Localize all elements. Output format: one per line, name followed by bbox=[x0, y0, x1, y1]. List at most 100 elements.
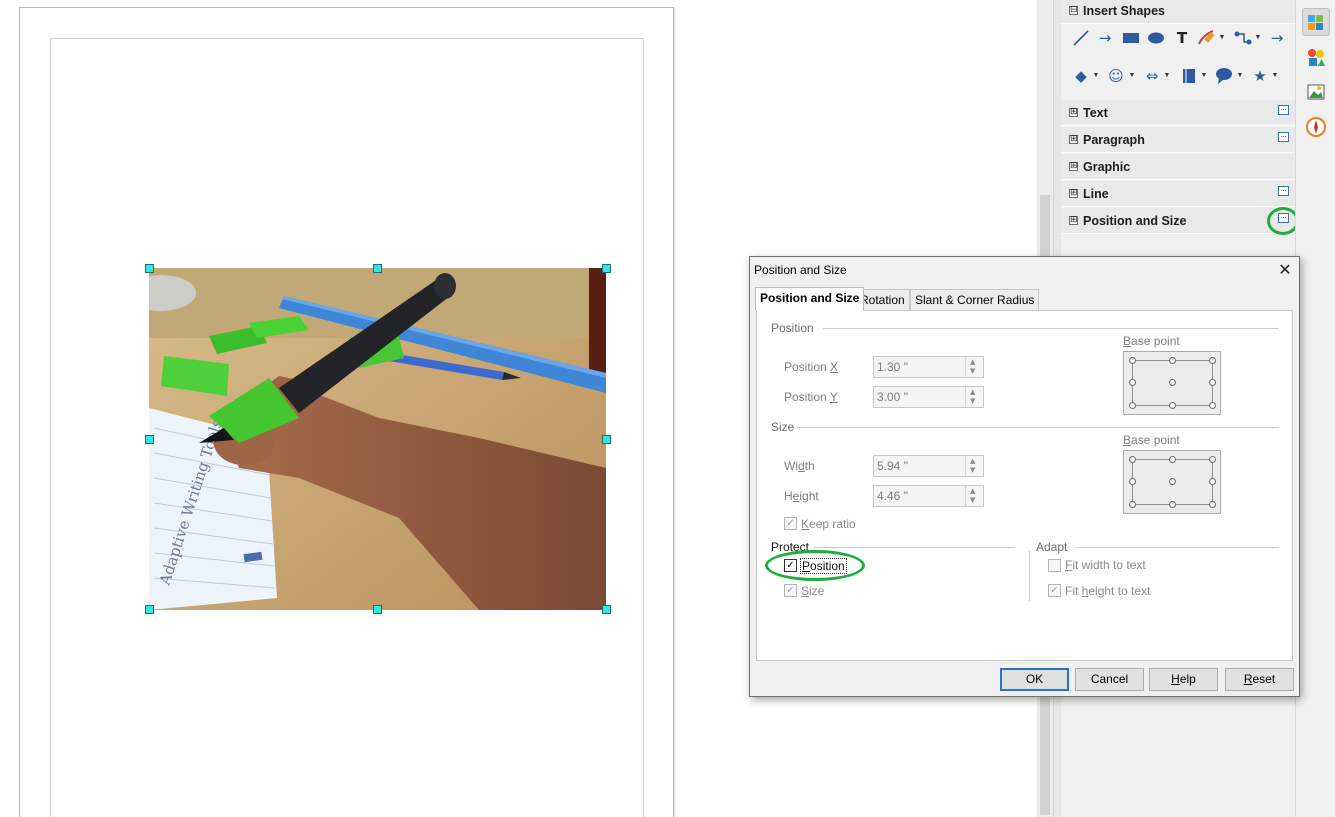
symbol-dropdown-icon[interactable]: ▼ bbox=[1128, 65, 1136, 87]
star-icon[interactable]: ★ bbox=[1249, 65, 1271, 87]
collapse-icon[interactable]: ⊟ bbox=[1069, 6, 1078, 15]
spin-buttons[interactable]: ▲ ▼ bbox=[965, 357, 983, 377]
base-point-top[interactable] bbox=[1169, 357, 1176, 364]
line-tool-icon[interactable] bbox=[1070, 27, 1092, 49]
properties-deck-icon[interactable] bbox=[1302, 8, 1330, 36]
reset-button[interactable]: Reset bbox=[1225, 668, 1294, 691]
width-value: 5.94 " bbox=[877, 459, 908, 473]
spin-buttons[interactable]: ▲ ▼ bbox=[965, 387, 983, 407]
cancel-button[interactable]: Cancel bbox=[1075, 668, 1144, 691]
connector-dropdown-icon[interactable]: ▼ bbox=[1254, 27, 1262, 49]
text-tool-icon[interactable]: T bbox=[1171, 27, 1193, 49]
resize-handle-top-right[interactable] bbox=[602, 264, 611, 273]
base-point-center[interactable] bbox=[1169, 478, 1176, 485]
styles-deck-icon[interactable] bbox=[1302, 44, 1330, 72]
tab-position-and-size[interactable]: Position and Size bbox=[755, 287, 865, 311]
callout-icon[interactable] bbox=[1213, 65, 1235, 87]
position-base-point-selector[interactable] bbox=[1123, 351, 1221, 415]
ellipse-icon[interactable] bbox=[1145, 27, 1167, 49]
position-base-point-label: Base point bbox=[1123, 334, 1180, 348]
base-point-bottom[interactable] bbox=[1169, 402, 1176, 409]
block-arrows-icon[interactable]: ⇔ bbox=[1141, 65, 1163, 87]
expand-icon[interactable]: ⊞ bbox=[1069, 162, 1078, 171]
resize-handle-bottom[interactable] bbox=[373, 605, 382, 614]
height-spinbox[interactable]: 4.46 " ▲ ▼ bbox=[873, 485, 984, 507]
base-point-top-left[interactable] bbox=[1129, 357, 1136, 364]
freeform-dropdown-icon[interactable]: ▼ bbox=[1218, 27, 1226, 49]
spin-up-icon[interactable]: ▲ bbox=[970, 487, 975, 495]
base-point-bottom-left[interactable] bbox=[1129, 501, 1136, 508]
expand-icon[interactable]: ⊞ bbox=[1069, 216, 1078, 225]
base-point-left[interactable] bbox=[1129, 478, 1136, 485]
base-point-bottom-right[interactable] bbox=[1209, 501, 1216, 508]
position-y-spinbox[interactable]: 3.00 " ▲ ▼ bbox=[873, 386, 984, 408]
resize-handle-right[interactable] bbox=[602, 435, 611, 444]
spin-down-icon[interactable]: ▼ bbox=[970, 496, 975, 504]
base-point-top[interactable] bbox=[1169, 456, 1176, 463]
adapt-group-rule bbox=[1075, 547, 1279, 548]
sidebar-section-position-and-size[interactable]: ⊞ Position and Size bbox=[1061, 208, 1295, 234]
rectangle-icon[interactable] bbox=[1120, 27, 1142, 49]
sidebar-section-text[interactable]: ⊞ Text bbox=[1061, 100, 1295, 126]
fit-height-checkbox[interactable]: ✓ bbox=[1048, 584, 1061, 597]
width-spinbox[interactable]: 5.94 " ▲ ▼ bbox=[873, 455, 984, 477]
insert-shapes-header[interactable]: ⊟ Insert Shapes bbox=[1061, 0, 1295, 24]
base-point-center[interactable] bbox=[1169, 379, 1176, 386]
base-point-bottom-right[interactable] bbox=[1209, 402, 1216, 409]
tab-slant-corner-radius[interactable]: Slant & Corner Radius bbox=[910, 289, 1040, 311]
sidebar-section-line[interactable]: ⊞ Line bbox=[1061, 181, 1295, 207]
base-point-right[interactable] bbox=[1209, 478, 1216, 485]
spin-up-icon[interactable]: ▲ bbox=[970, 388, 975, 396]
resize-handle-left[interactable] bbox=[145, 435, 154, 444]
base-point-bottom[interactable] bbox=[1169, 501, 1176, 508]
fit-width-checkbox[interactable] bbox=[1048, 559, 1061, 572]
sidebar-section-paragraph[interactable]: ⊞ Paragraph bbox=[1061, 127, 1295, 153]
spin-buttons[interactable]: ▲ ▼ bbox=[965, 456, 983, 476]
sidebar-section-graphic[interactable]: ⊞ Graphic bbox=[1061, 154, 1295, 180]
arrow-shapes-icon[interactable]: → bbox=[1266, 27, 1288, 49]
help-button[interactable]: Help bbox=[1149, 668, 1218, 691]
more-options-icon[interactable] bbox=[1278, 105, 1289, 115]
resize-handle-top[interactable] bbox=[373, 264, 382, 273]
gallery-deck-icon[interactable] bbox=[1302, 80, 1330, 108]
smiley-symbol-icon[interactable]: ☺ bbox=[1105, 65, 1127, 87]
spin-down-icon[interactable]: ▼ bbox=[970, 397, 975, 405]
spin-up-icon[interactable]: ▲ bbox=[970, 457, 975, 465]
spin-down-icon[interactable]: ▼ bbox=[970, 367, 975, 375]
block-arrows-dropdown-icon[interactable]: ▼ bbox=[1163, 65, 1171, 87]
star-dropdown-icon[interactable]: ▼ bbox=[1271, 65, 1279, 87]
base-point-left[interactable] bbox=[1129, 379, 1136, 386]
base-point-bottom-left[interactable] bbox=[1129, 402, 1136, 409]
flowchart-icon[interactable] bbox=[1178, 65, 1200, 87]
inserted-image[interactable]: Adaptive Writing Tools bbox=[149, 268, 606, 610]
spin-down-icon[interactable]: ▼ bbox=[970, 466, 975, 474]
expand-icon[interactable]: ⊞ bbox=[1069, 189, 1078, 198]
close-icon[interactable]: ✕ bbox=[1274, 259, 1296, 281]
resize-handle-bottom-right[interactable] bbox=[602, 605, 611, 614]
basic-shapes-dropdown-icon[interactable]: ▼ bbox=[1092, 65, 1100, 87]
resize-handle-top-left[interactable] bbox=[145, 264, 154, 273]
base-point-top-left[interactable] bbox=[1129, 456, 1136, 463]
basic-shapes-icon[interactable]: ◆ bbox=[1070, 65, 1092, 87]
arrow-line-icon[interactable]: → bbox=[1094, 27, 1116, 49]
base-point-top-right[interactable] bbox=[1209, 357, 1216, 364]
base-point-right[interactable] bbox=[1209, 379, 1216, 386]
size-base-point-selector[interactable] bbox=[1123, 450, 1221, 514]
navigator-deck-icon[interactable] bbox=[1302, 114, 1330, 142]
spin-up-icon[interactable]: ▲ bbox=[970, 358, 975, 366]
protect-size-checkbox[interactable]: ✓ bbox=[784, 584, 797, 597]
resize-handle-bottom-left[interactable] bbox=[145, 605, 154, 614]
expand-icon[interactable]: ⊞ bbox=[1069, 108, 1078, 117]
spin-buttons[interactable]: ▲ ▼ bbox=[965, 486, 983, 506]
keep-ratio-checkbox[interactable]: ✓ bbox=[784, 517, 797, 530]
base-point-top-right[interactable] bbox=[1209, 456, 1216, 463]
connector-icon[interactable] bbox=[1232, 27, 1254, 49]
freeform-pen-icon[interactable] bbox=[1195, 27, 1217, 49]
position-x-spinbox[interactable]: 1.30 " ▲ ▼ bbox=[873, 356, 984, 378]
more-options-icon[interactable] bbox=[1278, 132, 1289, 142]
callout-dropdown-icon[interactable]: ▼ bbox=[1236, 65, 1244, 87]
ok-button[interactable]: OK bbox=[1000, 668, 1069, 691]
expand-icon[interactable]: ⊞ bbox=[1069, 135, 1078, 144]
flowchart-dropdown-icon[interactable]: ▼ bbox=[1200, 65, 1208, 87]
more-options-icon[interactable] bbox=[1278, 186, 1289, 196]
